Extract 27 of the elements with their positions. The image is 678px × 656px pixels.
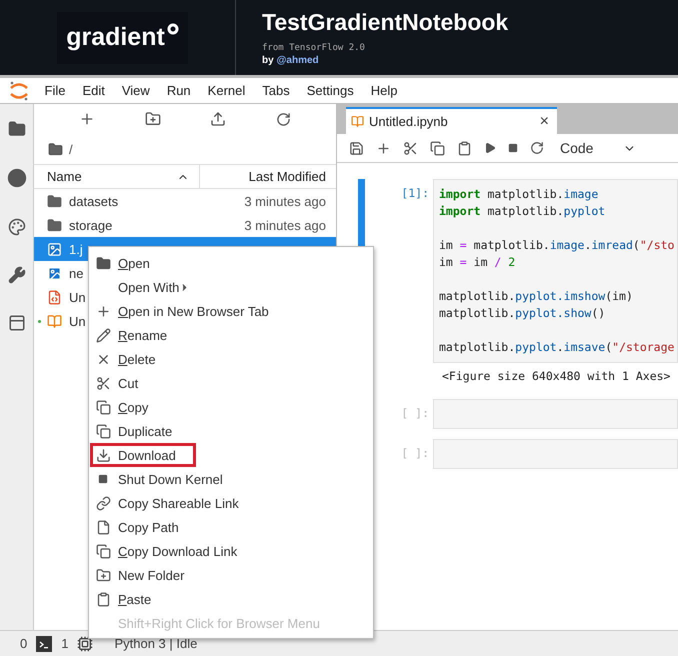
code-line: import matplotlib.pyplot xyxy=(439,203,606,220)
modified-time: 3 minutes ago xyxy=(244,218,327,232)
file-name: Un xyxy=(69,290,86,304)
file-name: datasets xyxy=(69,194,118,208)
file-name: ne xyxy=(69,266,84,280)
code-line: import matplotlib.image xyxy=(439,186,598,203)
file-name: 1.j xyxy=(69,242,83,256)
terminal-count: 0 xyxy=(20,636,28,651)
byline-text: by xyxy=(262,55,274,66)
cell-prompt: [1]: xyxy=(400,185,430,202)
notebook-title: TestGradientNotebook xyxy=(262,9,508,36)
notebook-subtitle: from TensorFlow 2.0 xyxy=(262,43,366,53)
cell-prompt: [ ]: xyxy=(400,445,430,462)
code-line: matplotlib.pyplot.imsave("/storage xyxy=(439,339,674,356)
tab-title: Untitled.ipynb xyxy=(369,114,449,129)
code-line: matplotlib.pyplot.imshow(im) xyxy=(439,288,633,305)
kernel-status: Python 3 | Idle xyxy=(114,636,198,651)
file-name: storage xyxy=(69,218,112,232)
cell-output: <Figure size 640x480 with 1 Axes> xyxy=(441,368,672,385)
code-line: im = matplotlib.image.imread("/sto xyxy=(439,237,674,254)
file-name: Un xyxy=(69,314,86,328)
gradient-logo: gradient xyxy=(57,12,188,64)
kernel-count: 1 xyxy=(61,636,68,651)
code-line: im = im / 2 xyxy=(439,254,516,271)
modified-time: 3 minutes ago xyxy=(244,194,327,208)
code-line: matplotlib.pyplot.show() xyxy=(439,305,606,322)
cell-prompt: [ ]: xyxy=(400,405,430,422)
